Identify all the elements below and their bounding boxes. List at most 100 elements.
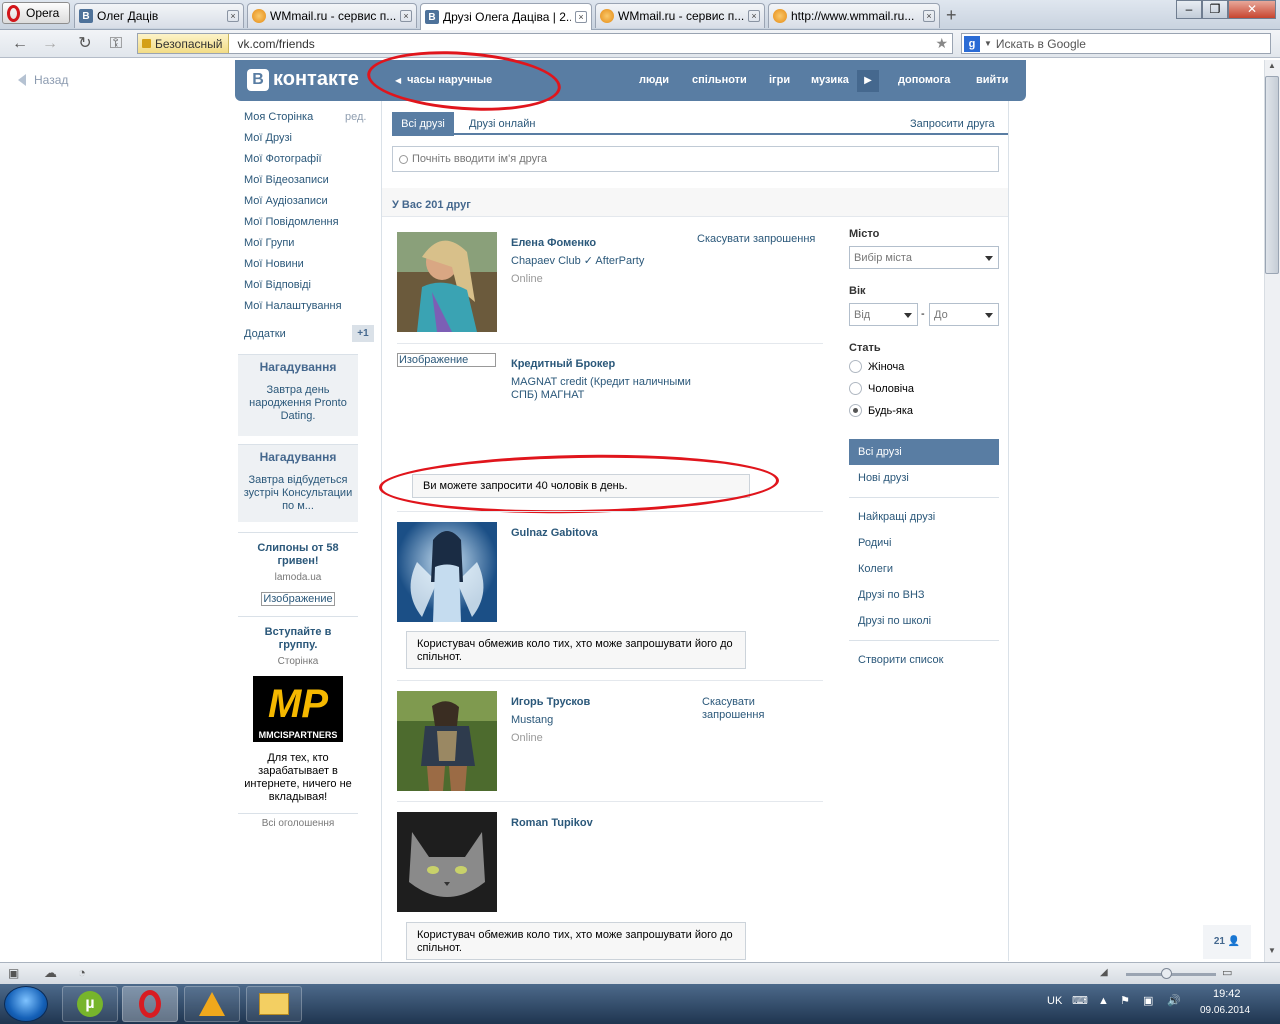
ad-group[interactable]: Вступайте в группу. Сторінка MP MMCISPART… (238, 626, 358, 804)
speed-dial-icon[interactable]: ◔ (78, 965, 86, 980)
list-relatives[interactable]: Родичі (858, 537, 891, 549)
cloud-icon[interactable]: ☁ (44, 965, 57, 981)
dropdown-arrow-icon[interactable]: ▼ (984, 39, 992, 48)
zoom-icon[interactable]: ◢ (1100, 967, 1108, 978)
apps-badge[interactable]: +1 (352, 325, 374, 342)
action-center-flag-icon[interactable]: ⚑ (1120, 994, 1130, 1007)
age-to-select[interactable]: До (929, 303, 999, 326)
clock-time[interactable]: 19:42 (1213, 988, 1241, 1000)
cancel-invite-link[interactable]: Скасувати запрошення (702, 696, 782, 722)
reminder-date-link[interactable]: Завтра (266, 384, 302, 396)
nav-communities[interactable]: спільноти (692, 74, 747, 86)
mp-logo-image[interactable]: MP MMCISPARTNERS (253, 676, 343, 742)
friend-name[interactable]: Gulnaz Gabitova (511, 527, 598, 539)
friend-name[interactable]: Елена Фоменко (511, 237, 596, 249)
create-list-link[interactable]: Створити список (858, 654, 943, 666)
friend-photo[interactable] (397, 232, 497, 332)
sex-option-male[interactable]: Чоловіча (849, 382, 914, 395)
opera-taskbar-icon[interactable] (122, 986, 178, 1022)
friend-search-input[interactable]: Почніть вводити ім'я друга (392, 146, 999, 172)
list-colleagues[interactable]: Колеги (858, 563, 893, 575)
close-tab-icon[interactable]: × (923, 10, 935, 22)
url-field[interactable]: Безопасный vk.com/friends ★ (137, 33, 953, 54)
friend-photo[interactable] (397, 522, 497, 622)
nav-logout[interactable]: вийти (976, 74, 1008, 86)
reminder-date-link[interactable]: Завтра (249, 474, 285, 486)
close-tab-icon[interactable]: × (575, 11, 587, 23)
radio-icon[interactable] (849, 360, 862, 373)
invite-friend-link[interactable]: Запросити друга (910, 118, 995, 130)
tab-3[interactable]: WMmail.ru - сервис п... × (595, 3, 765, 28)
tray-expand-icon[interactable]: ▲ (1098, 995, 1109, 1007)
cancel-invite-link[interactable]: Скасувати запрошення (697, 233, 815, 246)
nav-people[interactable]: люди (639, 74, 669, 86)
menu-my-friends[interactable]: Мої Друзі (244, 132, 292, 144)
language-indicator[interactable]: UK (1047, 995, 1062, 1007)
menu-my-photos[interactable]: Мої Фотографії (244, 153, 322, 165)
list-new-friends[interactable]: Нові друзі (858, 472, 909, 484)
ad-slipons[interactable]: Слипоны от 58 гривен! lamoda.ua Изображе… (238, 542, 358, 606)
sex-option-any[interactable]: Будь-яка (849, 404, 913, 417)
volume-icon[interactable]: 🔊 (1167, 994, 1181, 1007)
ad-image[interactable]: Изображение (261, 592, 335, 606)
edit-link[interactable]: ред. (345, 111, 366, 123)
reload-icon[interactable]: ↻ (75, 34, 95, 54)
radio-selected-icon[interactable] (849, 404, 862, 417)
nav-games[interactable]: ігри (769, 74, 790, 86)
close-tab-icon[interactable]: × (227, 10, 239, 22)
scroll-up-icon[interactable]: ▲ (1266, 61, 1278, 73)
menu-my-answers[interactable]: Мої Відповіді (244, 279, 311, 291)
friend-name[interactable]: Roman Tupikov (511, 817, 593, 829)
menu-my-settings[interactable]: Мої Налаштування (244, 300, 342, 312)
tab-all-friends[interactable]: Всі друзі (392, 112, 454, 136)
minimize-window-icon[interactable]: – (1176, 0, 1202, 19)
scrollbar-thumb[interactable] (1265, 76, 1279, 274)
scroll-down-icon[interactable]: ▼ (1266, 946, 1278, 958)
ad-title[interactable]: Слипоны от 58 гривен! (253, 542, 343, 568)
explorer-taskbar-icon[interactable] (246, 986, 302, 1022)
list-best-friends[interactable]: Найкращі друзі (858, 511, 935, 523)
zoom-slider-knob[interactable] (1161, 968, 1172, 979)
clock-date[interactable]: 09.06.2014 (1200, 1005, 1250, 1016)
close-window-icon[interactable]: ✕ (1228, 0, 1276, 19)
friend-photo[interactable] (397, 691, 497, 791)
tab-1[interactable]: WMmail.ru - сервис п... × (247, 3, 417, 28)
nav-help[interactable]: допомога (898, 74, 950, 86)
security-badge[interactable]: Безопасный (138, 34, 230, 53)
maximize-window-icon[interactable]: ❐ (1202, 0, 1228, 19)
nav-music[interactable]: музика (811, 74, 849, 86)
network-icon[interactable]: ▣ (1143, 994, 1153, 1007)
zoom-menu-icon[interactable]: ▭ (1222, 966, 1232, 979)
ad-title[interactable]: Вступайте в группу. (253, 626, 343, 652)
menu-my-news[interactable]: Мої Новини (244, 258, 304, 270)
menu-my-messages[interactable]: Мої Повідомлення (244, 216, 339, 228)
friend-photo[interactable] (397, 812, 497, 912)
menu-my-videos[interactable]: Мої Відеозаписи (244, 174, 329, 186)
menu-my-audio[interactable]: Мої Аудіозаписи (244, 195, 328, 207)
new-tab-icon[interactable]: + (946, 5, 957, 26)
friend-info[interactable]: Chapaev Club ✓ AfterParty (511, 255, 644, 268)
menu-my-page[interactable]: Моя Сторінка (244, 111, 313, 123)
friend-photo[interactable]: Изображение (397, 353, 496, 367)
menu-apps[interactable]: Додатки (244, 328, 286, 340)
google-icon[interactable]: g (964, 35, 980, 52)
close-tab-icon[interactable]: × (400, 10, 412, 22)
windows-start-button[interactable] (4, 986, 48, 1022)
list-school-friends[interactable]: Друзі по школі (858, 615, 931, 627)
aimp-taskbar-icon[interactable] (184, 986, 240, 1022)
tab-0[interactable]: B Олег Дацiв × (74, 3, 244, 28)
utorrent-taskbar-icon[interactable]: µ (62, 986, 118, 1022)
city-select[interactable]: Вибір міста (849, 246, 999, 269)
tab-4[interactable]: http://www.wmmail.ru... × (768, 3, 940, 28)
online-friends-counter[interactable]: 21 👤 (1203, 925, 1251, 959)
friend-name[interactable]: Игорь Трусков (511, 696, 590, 708)
bookmark-star-icon[interactable]: ★ (935, 35, 952, 52)
tab-friends-online[interactable]: Друзі онлайн (469, 118, 535, 130)
key-icon[interactable]: ⚿ (106, 34, 126, 54)
back-link[interactable]: Назад (18, 73, 68, 87)
back-arrow-icon[interactable]: ← (10, 34, 30, 54)
opera-menu-button[interactable]: Opera (2, 2, 70, 24)
reminder-event-link[interactable]: Консультации по м... (282, 487, 352, 512)
menu-my-groups[interactable]: Мої Групи (244, 237, 294, 249)
forward-arrow-icon[interactable]: → (40, 34, 60, 54)
